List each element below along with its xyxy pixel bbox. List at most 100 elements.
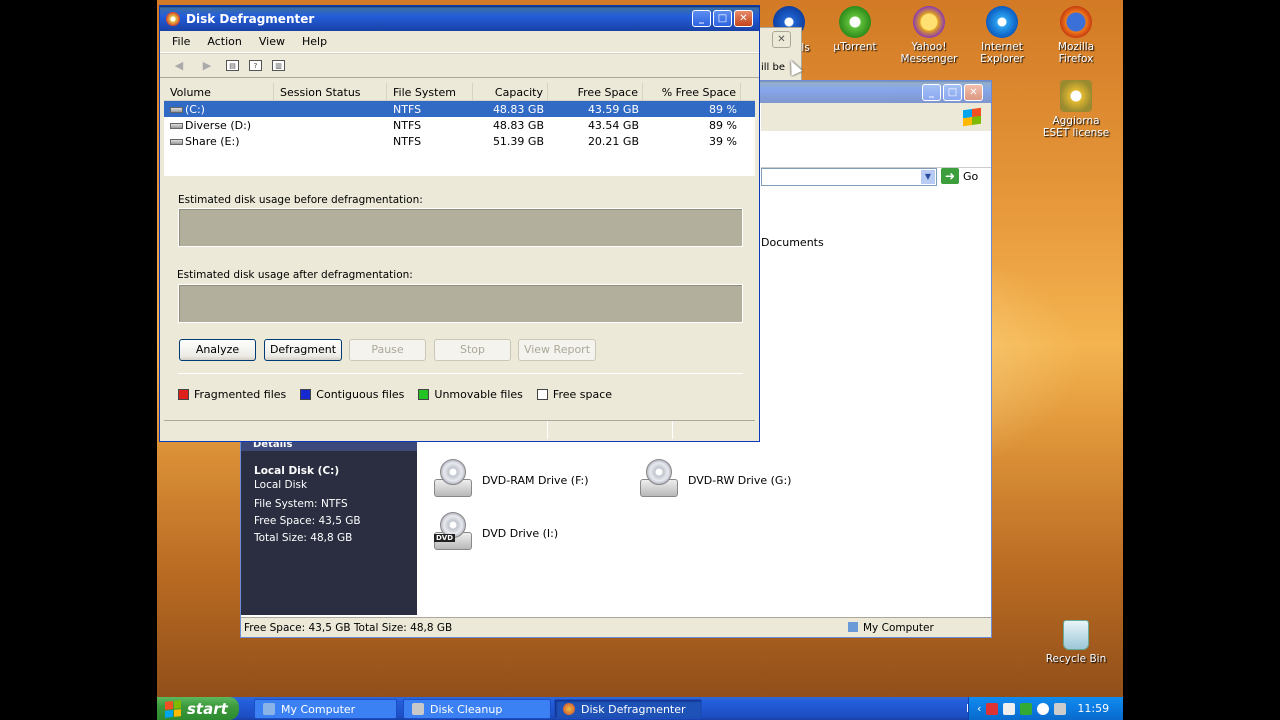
go-button[interactable]: ➜ Go — [941, 168, 978, 184]
volume-capacity: 48.83 GB — [492, 102, 544, 116]
volume-list: Volume Session Status File System Capaci… — [164, 83, 755, 176]
volume-icon[interactable] — [1054, 702, 1067, 715]
drive-item[interactable]: DVD-RAM Drive (F:) — [432, 459, 589, 501]
tray-app-icon[interactable] — [986, 702, 999, 715]
back-icon[interactable]: ◀ — [170, 58, 188, 74]
volume-fs: NTFS — [393, 102, 422, 116]
volume-name: (C:) — [185, 102, 205, 116]
details-subtitle: Local Disk — [254, 479, 308, 491]
volume-free: 43.59 GB — [587, 102, 639, 116]
task-label: My Computer — [281, 702, 356, 716]
forward-icon[interactable]: ▶ — [198, 58, 216, 74]
hard-drive-icon — [170, 106, 183, 113]
taskbar-item-disk-defragmenter[interactable]: Disk Defragmenter — [554, 699, 702, 719]
dvd-drive-icon — [638, 459, 680, 501]
view-report-button[interactable]: View Report — [518, 339, 596, 361]
desktop-icon-yahoo[interactable]: Yahoo! Messenger — [893, 6, 965, 65]
chevron-left-icon[interactable]: ‹ — [977, 702, 981, 715]
taskbar-item-my-computer[interactable]: My Computer — [254, 699, 397, 719]
taskbar-item-disk-cleanup[interactable]: Disk Cleanup — [403, 699, 551, 719]
close-icon[interactable]: ✕ — [964, 83, 983, 101]
volume-capacity: 51.39 GB — [492, 134, 544, 148]
minimize-icon[interactable]: _ — [692, 10, 711, 27]
analyze-button[interactable]: Analyze — [179, 339, 256, 361]
before-usage-bar — [178, 208, 743, 247]
legend-item: Contiguous files — [300, 388, 404, 401]
help-icon[interactable]: ? — [249, 60, 262, 71]
volume-row[interactable]: (C:) NTFS 48.83 GB 43.59 GB 89 % — [164, 101, 755, 117]
show-hide-tree-icon[interactable]: ▤ — [226, 60, 239, 71]
address-input[interactable]: ▼ — [761, 168, 937, 186]
volume-pct: 89 % — [709, 118, 737, 132]
desktop-icon-recycle-bin[interactable]: Recycle Bin — [1040, 620, 1112, 665]
defragment-button[interactable]: Defragment — [264, 339, 342, 361]
menu-view[interactable]: View — [259, 35, 294, 48]
clock[interactable]: 11:59 — [1077, 702, 1109, 715]
contiguous-swatch-icon — [300, 389, 312, 400]
volume-pct: 89 % — [709, 102, 737, 116]
close-icon[interactable]: ✕ — [734, 10, 753, 27]
task-label: Disk Defragmenter — [581, 702, 686, 716]
hard-drive-icon — [170, 122, 183, 129]
tray-app-icon[interactable] — [1037, 702, 1050, 715]
recycle-bin-icon — [1063, 620, 1089, 650]
legend-item: Unmovable files — [418, 388, 523, 401]
address-bar: ▼ ➜ Go — [761, 167, 991, 189]
desktop-icon-label: Yahoo! Messenger — [900, 41, 958, 65]
volume-name: Diverse (D:) — [185, 118, 252, 132]
start-label: start — [187, 699, 228, 718]
menu-help[interactable]: Help — [302, 35, 336, 48]
before-usage-label: Estimated disk usage before defragmentat… — [178, 194, 423, 206]
stop-button[interactable]: Stop — [434, 339, 511, 361]
details-total-size: Total Size: 48,8 GB — [254, 532, 353, 544]
pause-button[interactable]: Pause — [349, 339, 426, 361]
desktop-icon-firefox[interactable]: Mozilla Firefox — [1040, 6, 1112, 65]
desktop-icon-utorrent[interactable]: µTorrent — [819, 6, 891, 53]
column-volume[interactable]: Volume — [164, 83, 274, 100]
column-pct-free[interactable]: % Free Space — [643, 83, 741, 100]
minimize-icon[interactable]: _ — [922, 83, 941, 101]
menu-action[interactable]: Action — [207, 35, 250, 48]
status-location: My Computer — [848, 618, 934, 638]
column-session-status[interactable]: Session Status — [274, 83, 387, 100]
drive-item[interactable]: DVD-RW Drive (G:) — [638, 459, 791, 501]
maximize-icon[interactable]: □ — [713, 10, 732, 27]
internet-explorer-icon — [986, 6, 1018, 38]
close-icon[interactable]: ✕ — [772, 31, 791, 48]
column-file-system[interactable]: File System — [387, 83, 473, 100]
details-title: Local Disk (C:) — [254, 465, 340, 477]
volume-row[interactable]: Diverse (D:) NTFS 48.83 GB 43.54 GB 89 % — [164, 117, 755, 133]
network-icon[interactable] — [1003, 702, 1016, 715]
volume-row[interactable]: Share (E:) NTFS 51.39 GB 20.21 GB 39 % — [164, 133, 755, 149]
defrag-app-icon — [166, 11, 180, 26]
column-capacity[interactable]: Capacity — [473, 83, 548, 100]
maximize-icon[interactable]: □ — [943, 83, 962, 101]
chevron-down-icon[interactable]: ▼ — [921, 170, 935, 184]
volume-capacity: 48.83 GB — [492, 118, 544, 132]
menu-file[interactable]: File — [172, 35, 199, 48]
menu-bar: File Action View Help — [160, 31, 759, 53]
defrag-titlebar[interactable]: Disk Defragmenter _ □ ✕ — [160, 6, 759, 31]
drive-item[interactable]: DVD DVD Drive (I:) — [432, 512, 558, 554]
desktop-icon-eset[interactable]: Aggiorna ESET license — [1040, 80, 1112, 139]
desktop-icon-label: Mozilla Firefox — [1057, 41, 1095, 65]
column-free-space[interactable]: Free Space — [548, 83, 643, 100]
divider — [178, 373, 743, 374]
go-label: Go — [963, 169, 979, 183]
desktop-icon-label: Internet Explorer — [980, 41, 1024, 65]
disk-cleanup-icon — [412, 703, 424, 715]
volume-fs: NTFS — [393, 118, 422, 132]
cleanup-text: ill be — [761, 62, 786, 73]
start-button[interactable]: start — [157, 697, 239, 720]
my-documents-link[interactable]: Documents — [761, 236, 824, 249]
properties-icon[interactable]: ▥ — [272, 60, 285, 71]
security-icon[interactable] — [1020, 702, 1033, 715]
desktop-icon-label: µTorrent — [833, 41, 877, 53]
my-computer-toolbar — [761, 103, 991, 131]
legend: Fragmented files Contiguous files Unmova… — [178, 388, 612, 401]
toolbar: ◀ ▶ ▤ ? ▥ — [160, 53, 759, 78]
free-space-swatch-icon — [536, 389, 548, 400]
desktop-icon-ie[interactable]: Internet Explorer — [966, 6, 1038, 65]
dvd-drive-icon: DVD — [432, 512, 474, 554]
drive-label: DVD-RW Drive (G:) — [688, 473, 792, 487]
